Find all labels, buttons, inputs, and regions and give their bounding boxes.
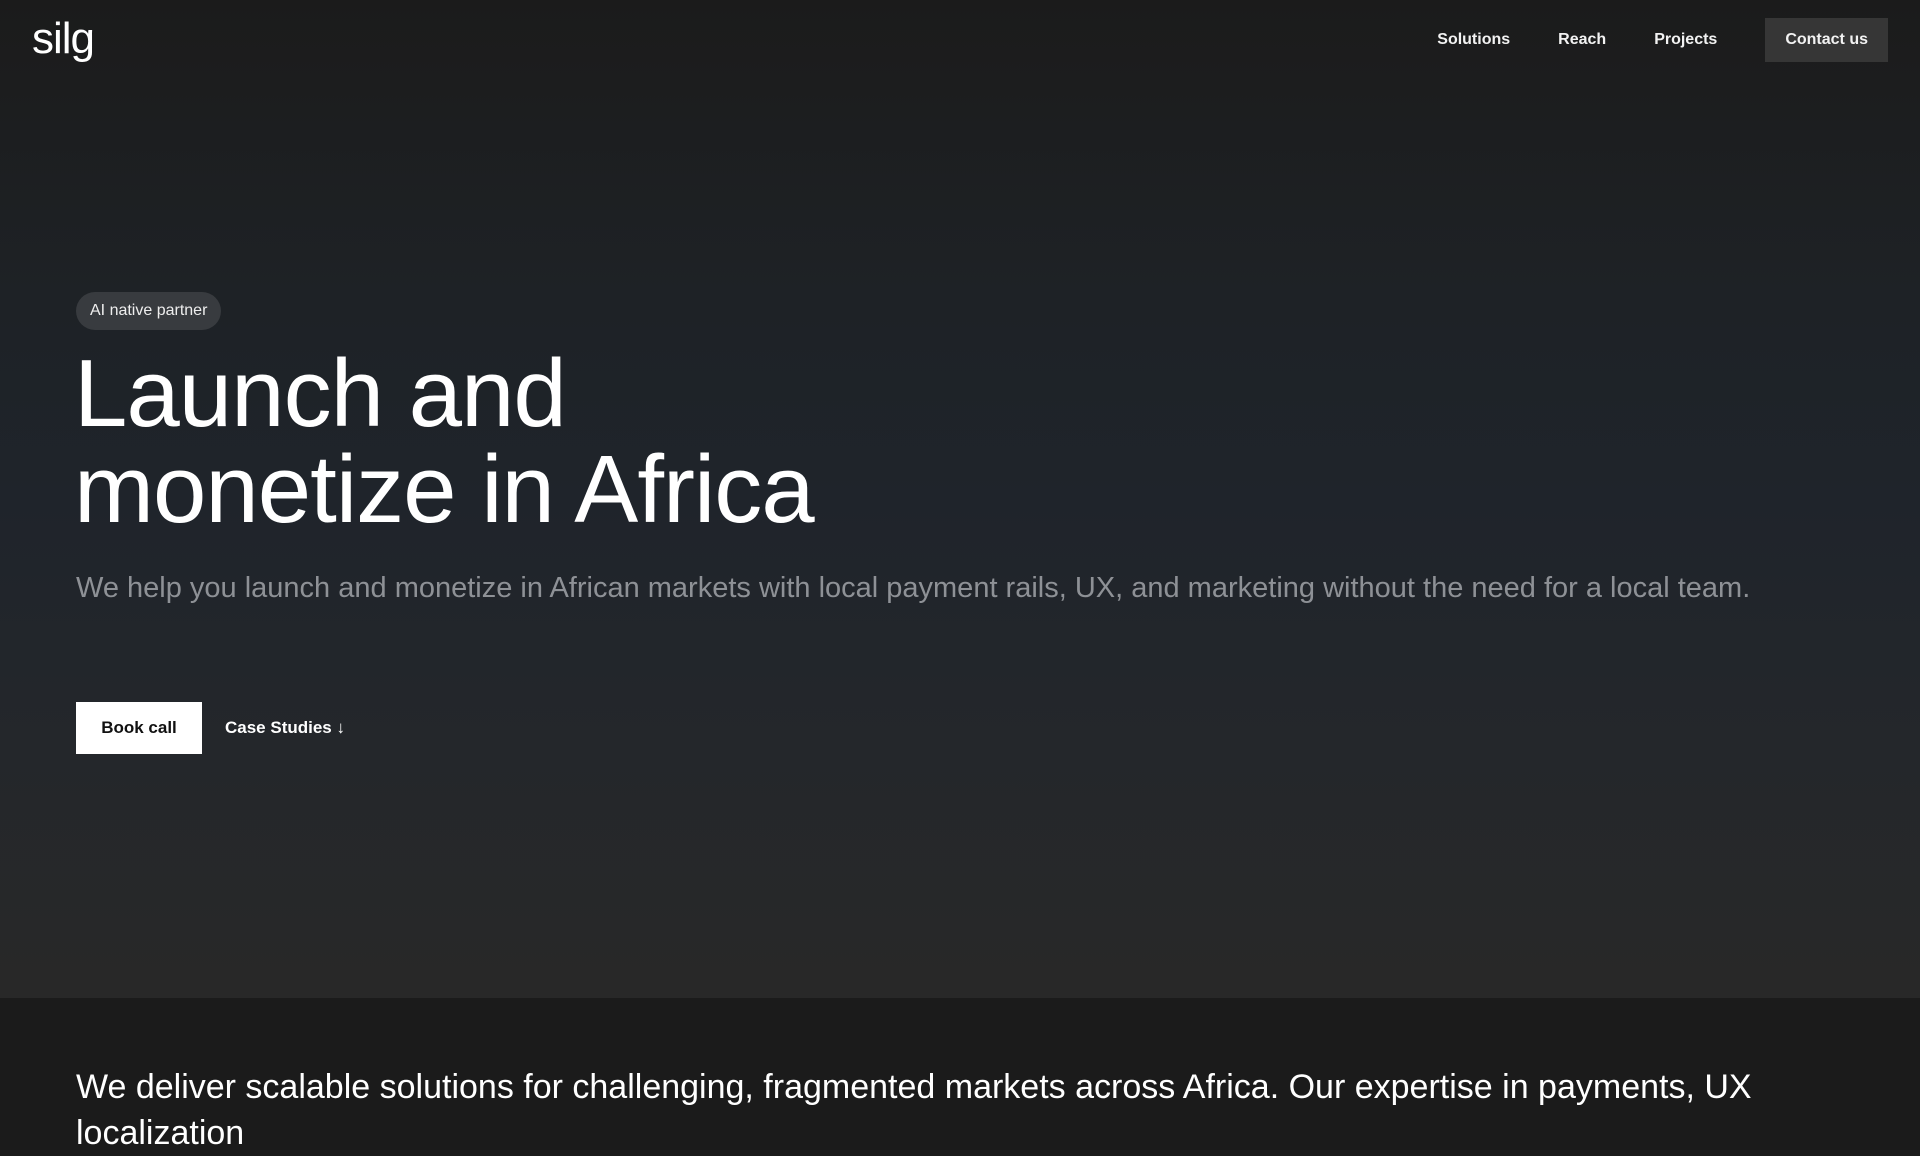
hero-badge: AI native partner bbox=[76, 292, 222, 330]
hero-title: Launch and monetize in Africa bbox=[74, 346, 815, 538]
hero-title-line1: Launch and bbox=[74, 340, 567, 447]
nav-solutions[interactable]: Solutions bbox=[1437, 31, 1510, 49]
book-call-button[interactable]: Book call bbox=[76, 702, 202, 754]
nav-reach[interactable]: Reach bbox=[1558, 31, 1606, 49]
hero-subtitle: We help you launch and monetize in Afric… bbox=[76, 572, 1751, 604]
top-nav: Solutions Reach Projects Contact us bbox=[1437, 18, 1888, 62]
case-studies-link[interactable]: Case Studies ↓ bbox=[225, 718, 345, 738]
contact-us-button[interactable]: Contact us bbox=[1765, 18, 1888, 62]
hero-actions: Book call Case Studies ↓ bbox=[76, 702, 345, 754]
intro-text: We deliver scalable solutions for challe… bbox=[76, 1068, 1752, 1152]
nav-projects[interactable]: Projects bbox=[1654, 31, 1717, 49]
hero-section: silg Solutions Reach Projects Contact us… bbox=[0, 0, 1920, 998]
logo[interactable]: silg bbox=[32, 14, 95, 64]
hero-title-line2: monetize in Africa bbox=[74, 436, 815, 543]
